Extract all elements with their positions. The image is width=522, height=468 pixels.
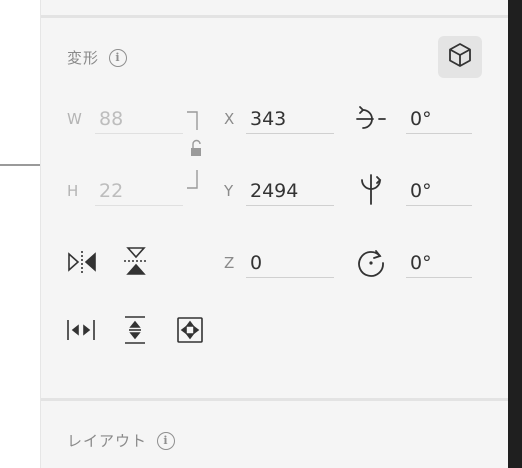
flip-vertical-icon[interactable] — [121, 244, 151, 278]
canvas-object-line[interactable] — [0, 164, 40, 166]
flip-horizontal-icon[interactable] — [65, 248, 99, 276]
section-divider — [41, 398, 509, 401]
properties-panel: 変形 i W 88 X 343 0° H 22 Y 2494 0° Z 0 0°… — [40, 0, 509, 468]
section-divider — [41, 15, 509, 18]
info-icon[interactable]: i — [157, 431, 176, 450]
fit-to-frame-icon[interactable] — [175, 315, 205, 345]
rotation-y-field[interactable]: 0° — [406, 176, 472, 206]
layout-section-title: レイアウト — [67, 432, 148, 450]
x-label: X — [224, 110, 235, 128]
z-label: Z — [224, 254, 235, 272]
y-label: Y — [224, 182, 234, 200]
rotate-x-icon[interactable] — [353, 104, 389, 134]
window-edge — [508, 0, 522, 468]
width-field[interactable]: 88 — [95, 104, 183, 134]
z-field[interactable]: 0 — [246, 248, 334, 278]
layout-section-header: レイアウト i — [67, 430, 176, 451]
y-field[interactable]: 2494 — [246, 176, 334, 206]
design-canvas[interactable] — [0, 0, 40, 468]
3d-toggle-button[interactable] — [438, 36, 482, 78]
distribute-vertical-icon[interactable] — [121, 314, 149, 346]
rotation-x-field[interactable]: 0° — [406, 104, 472, 134]
transform-section-title: 変形 — [67, 49, 100, 67]
rotate-z-icon[interactable] — [353, 246, 389, 280]
rotation-z-field[interactable]: 0° — [406, 248, 472, 278]
width-label: W — [67, 110, 82, 128]
rotate-y-icon[interactable] — [353, 172, 389, 208]
height-label: H — [67, 182, 79, 200]
height-field[interactable]: 22 — [95, 176, 183, 206]
transform-section-header: 変形 i — [67, 47, 128, 68]
info-icon[interactable]: i — [109, 48, 128, 67]
x-field[interactable]: 343 — [246, 104, 334, 134]
distribute-horizontal-icon[interactable] — [65, 316, 97, 344]
cube-icon — [447, 42, 473, 72]
aspect-ratio-lock-icon[interactable] — [187, 110, 207, 190]
